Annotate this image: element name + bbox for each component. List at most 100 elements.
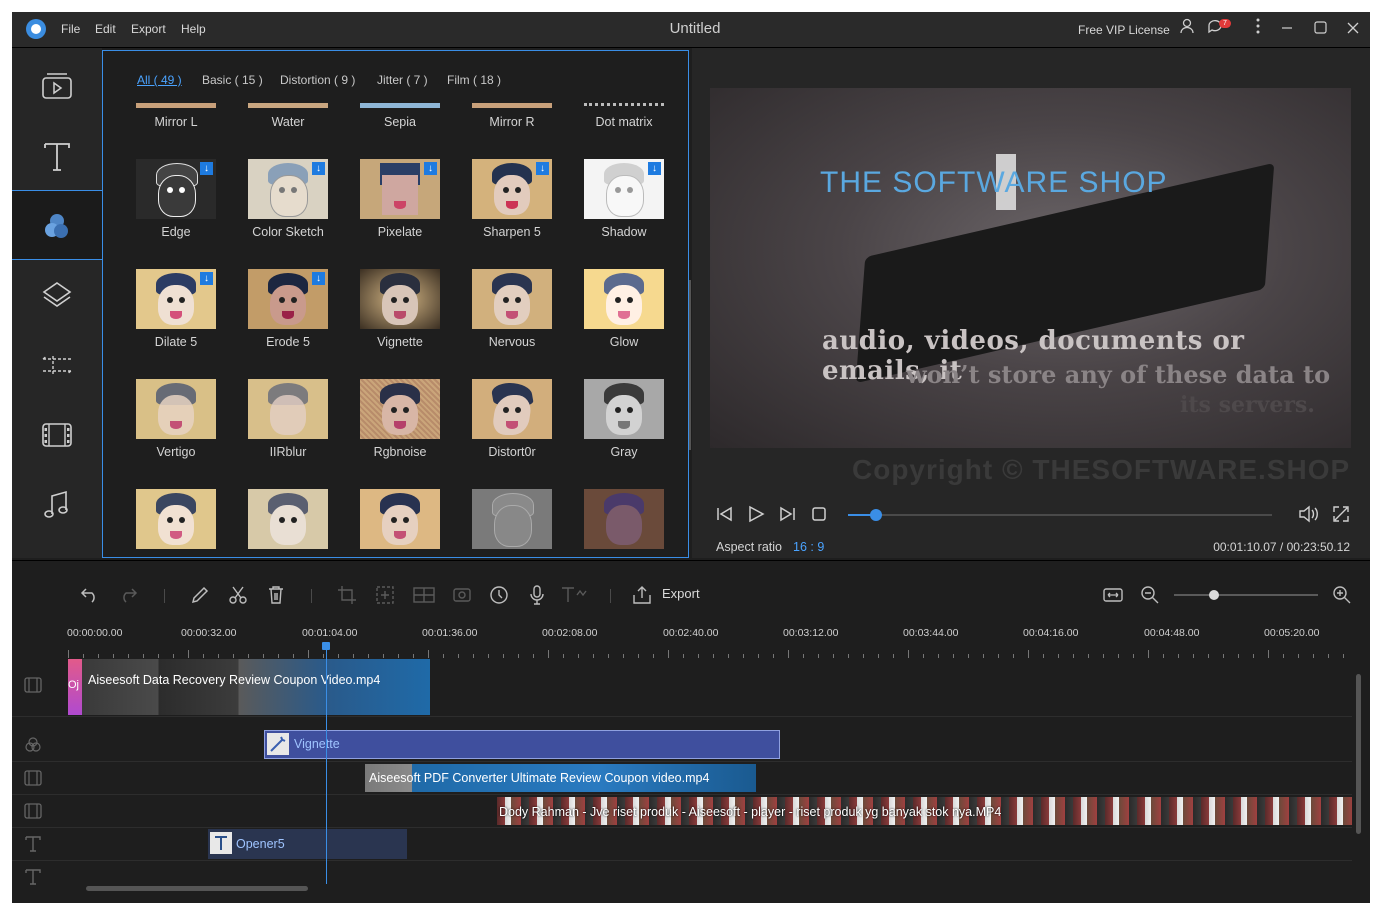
filter-iirblur[interactable] [248, 379, 328, 439]
download-icon[interactable]: ↓ [424, 162, 437, 175]
filter-vignette[interactable] [360, 269, 440, 329]
resize-icon[interactable] [375, 585, 395, 610]
menu-help[interactable]: Help [181, 22, 206, 36]
filter-dilate[interactable]: ↓ [136, 269, 216, 329]
mosaic-icon[interactable] [412, 585, 436, 610]
download-icon[interactable]: ↓ [312, 162, 325, 175]
filter-thumb[interactable] [472, 103, 552, 108]
zoom-knob[interactable] [1208, 590, 1219, 600]
prev-frame-icon[interactable] [716, 506, 734, 527]
record-voice-icon[interactable] [529, 585, 545, 610]
filter-color-sketch[interactable]: ↓ [248, 159, 328, 219]
sidebar-filters[interactable] [12, 190, 102, 260]
preview-title-text[interactable]: THE SOFTWARE SHOP [820, 166, 1168, 200]
elements-icon [42, 423, 72, 447]
fullscreen-icon[interactable] [1332, 505, 1350, 528]
tab-distortion[interactable]: Distortion ( 9 ) [280, 73, 355, 87]
download-icon[interactable]: ↓ [200, 162, 213, 175]
filter-edge[interactable]: ↓ [136, 159, 216, 219]
filter-nervous[interactable] [472, 269, 552, 329]
filter-thumb[interactable] [584, 489, 664, 549]
text-clip-opener[interactable]: Opener5 [208, 829, 407, 859]
next-frame-icon[interactable] [778, 506, 796, 527]
filter-label: Water [271, 115, 305, 129]
ruler-tick [188, 650, 189, 658]
tab-film[interactable]: Film ( 18 ) [447, 73, 501, 87]
tab-all[interactable]: All ( 49 ) [137, 73, 182, 87]
volume-icon[interactable] [1298, 505, 1320, 528]
undo-icon[interactable] [80, 585, 100, 608]
menu-edit[interactable]: Edit [95, 22, 116, 36]
more-icon[interactable] [1247, 18, 1269, 40]
user-icon[interactable] [1176, 18, 1198, 40]
sidebar-text[interactable] [12, 120, 102, 188]
video-clip-start[interactable]: Oj [68, 659, 82, 715]
filter-label: Sharpen 5 [483, 225, 541, 239]
video-clip-2[interactable]: Aiseesoft PDF Converter Ultimate Review … [365, 764, 756, 792]
freeze-icon[interactable] [452, 585, 472, 610]
filter-glow[interactable] [584, 269, 664, 329]
sidebar-elements[interactable] [12, 400, 102, 468]
filter-erode[interactable]: ↓ [248, 269, 328, 329]
filter-thumb[interactable] [360, 103, 440, 108]
maximize-icon[interactable] [1309, 18, 1331, 40]
timeline-vscrollbar[interactable] [1356, 674, 1361, 834]
export-button[interactable]: Export [662, 586, 700, 601]
play-icon[interactable] [747, 505, 765, 528]
crop-icon[interactable] [337, 585, 357, 610]
filter-scrollbar[interactable] [689, 280, 691, 450]
zoom-in-icon[interactable] [1332, 585, 1352, 610]
speed-icon[interactable] [489, 585, 509, 610]
filter-rgbnoise[interactable] [360, 379, 440, 439]
text-to-speech-icon[interactable] [560, 585, 590, 610]
stop-icon[interactable] [812, 507, 826, 526]
redo-icon[interactable] [118, 585, 138, 608]
playback-knob[interactable] [870, 509, 883, 521]
video-clip-3[interactable]: Dody Rahman - Jve riset produk - Aiseeso… [497, 797, 1352, 825]
delete-icon[interactable] [267, 585, 285, 610]
filter-shadow[interactable]: ↓ [584, 159, 664, 219]
cut-icon[interactable] [228, 585, 248, 610]
playback-slider[interactable] [848, 509, 1272, 521]
menu-file[interactable]: File [61, 22, 80, 36]
filter-vertigo[interactable] [136, 379, 216, 439]
download-icon[interactable]: ↓ [536, 162, 549, 175]
download-icon[interactable]: ↓ [648, 162, 661, 175]
tab-jitter[interactable]: Jitter ( 7 ) [377, 73, 428, 87]
filter-pixelate[interactable]: ↓ [360, 159, 440, 219]
filter-gray[interactable] [584, 379, 664, 439]
zoom-out-icon[interactable] [1140, 585, 1160, 610]
minimize-icon[interactable] [1276, 18, 1298, 40]
filter-thumb[interactable] [472, 489, 552, 549]
menu-export[interactable]: Export [131, 22, 166, 36]
timeline-hscrollbar[interactable] [86, 886, 308, 891]
timeline-ruler[interactable]: 00:00:00.00 00:00:32.00 00:01:04.00 00:0… [12, 624, 1370, 658]
playhead[interactable] [326, 648, 327, 884]
download-icon[interactable]: ↓ [200, 272, 213, 285]
aspect-ratio-select[interactable]: 16 : 9 [793, 540, 824, 554]
sidebar-media[interactable] [12, 52, 102, 120]
edit-icon[interactable] [190, 585, 210, 610]
filter-thumb[interactable] [136, 489, 216, 549]
tab-basic[interactable]: Basic ( 15 ) [202, 73, 263, 87]
license-link[interactable]: Free VIP License [1078, 23, 1170, 37]
fit-timeline-icon[interactable] [1102, 585, 1124, 610]
filter-sharpen[interactable]: ↓ [472, 159, 552, 219]
preview-screen: THE SOFTWARE SHOP audio, videos, documen… [710, 88, 1351, 448]
overlays-icon [42, 282, 72, 307]
export-icon[interactable] [632, 585, 652, 610]
filter-thumb[interactable] [360, 489, 440, 549]
zoom-slider[interactable] [1174, 590, 1318, 600]
filter-thumb[interactable] [248, 103, 328, 108]
sidebar-overlays[interactable] [12, 260, 102, 328]
filter-thumb[interactable] [136, 103, 216, 108]
close-icon[interactable] [1342, 18, 1364, 40]
filter-thumb[interactable] [584, 103, 664, 108]
filter-thumb[interactable] [248, 489, 328, 549]
sidebar-music[interactable] [12, 470, 102, 538]
video-clip-1[interactable]: Aiseesoft Data Recovery Review Coupon Vi… [82, 659, 430, 715]
download-icon[interactable]: ↓ [312, 272, 325, 285]
filter-distort0r[interactable] [472, 379, 552, 439]
sidebar-transitions[interactable] [12, 330, 102, 398]
filter-clip-vignette[interactable]: Vignette [264, 730, 780, 759]
